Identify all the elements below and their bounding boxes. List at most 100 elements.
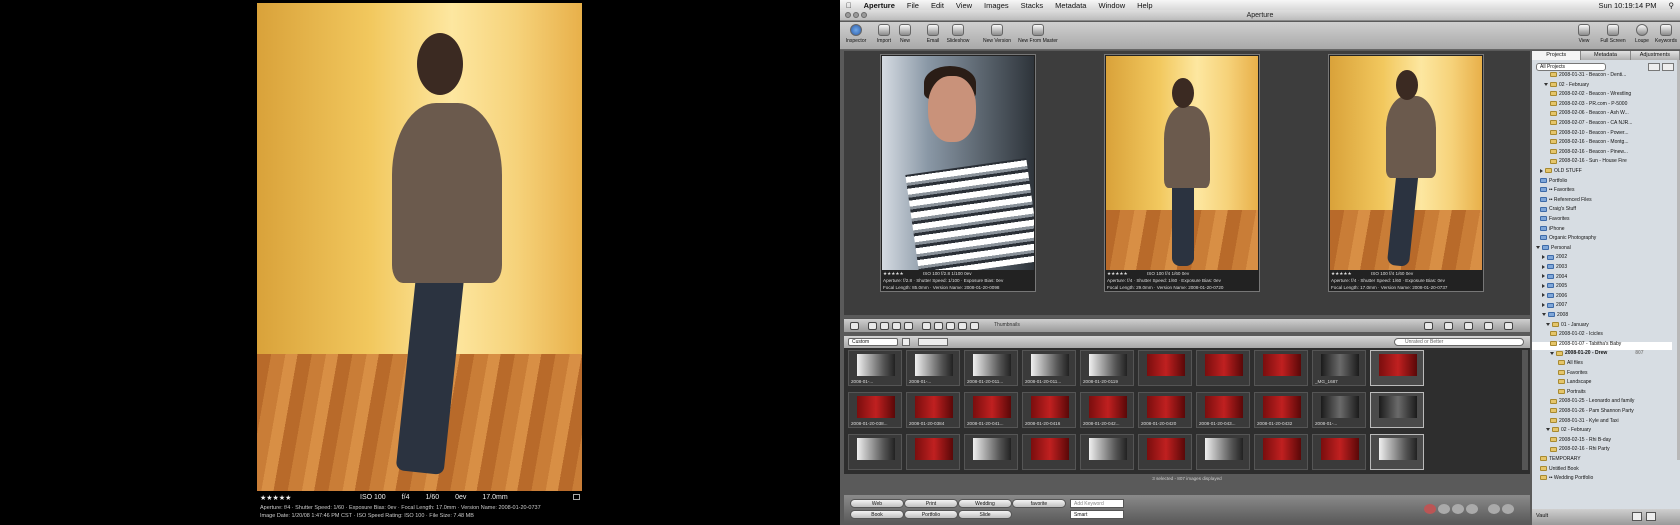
viewer-mode-2-icon[interactable] [1444, 322, 1453, 330]
thumbnail[interactable]: 2008-01-... [848, 350, 902, 386]
viewer-mode-3-icon[interactable] [1464, 322, 1473, 330]
new-version-button[interactable]: New Version [980, 24, 1014, 44]
thumbnail[interactable] [1312, 434, 1366, 470]
menu-window[interactable]: Window [1092, 1, 1131, 10]
browser-preset-select[interactable]: Custom [848, 338, 898, 346]
book-button[interactable]: Book [850, 510, 904, 519]
rotate-right-icon[interactable] [880, 322, 889, 330]
disclosure-triangle-icon[interactable] [1546, 428, 1550, 432]
projects-filter-select[interactable]: All Projects [1536, 63, 1606, 71]
viewer-mode-1-icon[interactable] [1424, 322, 1433, 330]
rating-down-button[interactable] [1438, 504, 1450, 514]
loupe-button[interactable]: Loupe [1633, 24, 1651, 44]
disclosure-triangle-icon[interactable] [1542, 283, 1545, 288]
reject-button[interactable] [1424, 504, 1436, 514]
disclosure-triangle-icon[interactable] [1550, 351, 1554, 355]
project-tree-item[interactable]: 2008-01-25 - Leonardo and family [1550, 398, 1634, 404]
thumbnail[interactable]: _MG_1687 [1312, 350, 1366, 386]
thumbnail[interactable]: 2008-01-20-0119 [1080, 350, 1134, 386]
project-action-button[interactable] [1662, 63, 1674, 71]
tab-metadata[interactable]: Metadata [1581, 51, 1631, 60]
rotate-left-icon[interactable] [868, 322, 877, 330]
thumbnail[interactable] [1138, 350, 1192, 386]
stack-icon[interactable] [892, 322, 901, 330]
new-button[interactable]: New [896, 24, 914, 44]
thumbnail[interactable]: 2008-01-20-0432 [1254, 392, 1308, 428]
project-tree-item[interactable]: 01 - January [1546, 322, 1589, 328]
project-tree-item[interactable]: iPhone [1540, 226, 1565, 232]
spotlight-icon[interactable]: ⚲ [1663, 1, 1680, 10]
full-screen-button[interactable]: Full Screen [1598, 24, 1628, 44]
project-tree-item[interactable]: 2005 [1542, 283, 1567, 289]
menubar-clock[interactable]: Sun 10:19:14 PM [1593, 1, 1663, 10]
project-tree-item[interactable]: 2008-02-15 - Rhi B-day [1550, 437, 1611, 443]
close-window-icon[interactable] [845, 12, 851, 18]
thumbnail[interactable] [906, 434, 960, 470]
viewer-image-2[interactable]: ★★★★★ ISO 100 f/4 1/60 0ev Aperture: f/4… [1104, 54, 1260, 292]
thumbnail[interactable]: 2008-01-... [906, 350, 960, 386]
project-tree-item[interactable]: 2008-02-03 - PR.com - P-5000 [1550, 101, 1627, 107]
disclosure-triangle-icon[interactable] [1540, 168, 1543, 173]
tab-projects[interactable]: Projects [1532, 51, 1582, 60]
thumbnail[interactable] [848, 434, 902, 470]
viewer-image-1[interactable]: ★★★★★ ISO 100 f/2.8 1/100 0ev Aperture: … [880, 54, 1036, 292]
select-button[interactable] [1466, 504, 1478, 514]
project-tree-item[interactable]: Organic Photography [1540, 235, 1596, 241]
thumbnail[interactable]: 2008-01-20-043... [1196, 392, 1250, 428]
project-tree-item[interactable]: Portraits [1558, 389, 1586, 395]
project-tree-item[interactable]: •• Wedding Portfolio [1540, 475, 1593, 481]
menu-stacks[interactable]: Stacks [1015, 1, 1050, 10]
email-button[interactable]: Email [924, 24, 942, 44]
add-project-button[interactable] [1648, 63, 1660, 71]
thumbnail[interactable]: 2008-01-20-038... [848, 392, 902, 428]
viewer-image-3[interactable]: ★★★★★ ISO 100 f/4 1/60 0ev Aperture: f/4… [1328, 54, 1484, 292]
project-tree-item[interactable]: Untitled Book [1540, 466, 1579, 472]
thumbnail[interactable] [1196, 434, 1250, 470]
project-tree-item[interactable]: 2008-01-31 - Beacon - Denti... [1550, 72, 1626, 78]
tab-adjustments[interactable]: Adjustments [1631, 51, 1680, 60]
disclosure-triangle-icon[interactable] [1546, 322, 1550, 326]
thumbnail[interactable] [1138, 434, 1192, 470]
browser-scrollbar[interactable] [1522, 350, 1528, 470]
project-tree-item[interactable]: 02 - February [1544, 82, 1589, 88]
eye-icon[interactable] [970, 322, 979, 330]
disclosure-triangle-icon[interactable] [1542, 274, 1545, 279]
thumbnail[interactable]: 2008-01-20-041... [964, 392, 1018, 428]
apple-menu-icon[interactable]:  [840, 1, 858, 10]
project-tree-item[interactable]: Portfolio [1540, 178, 1567, 184]
redeye-icon[interactable] [946, 322, 955, 330]
disclosure-triangle-icon[interactable] [1542, 303, 1545, 308]
disclosure-triangle-icon[interactable] [1536, 245, 1540, 249]
viewer-mode-5-icon[interactable] [1504, 322, 1513, 330]
favorite-button[interactable]: favorite [1012, 499, 1066, 508]
thumbnail[interactable]: 2008-01-20-011... [964, 350, 1018, 386]
project-tree-item[interactable]: 2008 [1542, 312, 1568, 318]
disclosure-triangle-icon[interactable] [1542, 293, 1545, 298]
project-tree-item[interactable]: 2008-02-16 - Beacon - Montg... [1550, 139, 1629, 145]
slide-button[interactable]: Slide [958, 510, 1012, 519]
web-button[interactable]: Web [850, 499, 904, 508]
thumbnail[interactable] [1196, 350, 1250, 386]
project-tree-item[interactable]: 2008-02-16 - Beacon - Pinew... [1550, 149, 1628, 155]
thumbnail[interactable] [1254, 350, 1308, 386]
thumbnail[interactable]: 2008-01-20-0416 [1022, 392, 1076, 428]
project-tree-item[interactable]: 2004 [1542, 274, 1567, 280]
minimize-window-icon[interactable] [853, 12, 859, 18]
thumbnail[interactable] [1080, 434, 1134, 470]
menu-file[interactable]: File [901, 1, 925, 10]
keywords-button[interactable]: Keywords [1653, 24, 1679, 44]
thumbnail[interactable]: 2008-01-20-011... [1022, 350, 1076, 386]
vault-update-button[interactable] [1646, 512, 1656, 521]
project-tree-item[interactable]: •• Referenced Files [1540, 197, 1592, 203]
crop-icon[interactable] [934, 322, 943, 330]
project-tree-item[interactable]: 2008-01-26 - Pam Shannon Party [1550, 408, 1634, 414]
thumbnail[interactable] [1370, 434, 1424, 470]
project-tree-item[interactable]: 2003 [1542, 264, 1567, 270]
project-tree-item[interactable]: 2008-01-02 - Icicles [1550, 331, 1603, 337]
thumbnail[interactable]: 2008-01-... [1312, 392, 1366, 428]
thumbnail[interactable] [964, 434, 1018, 470]
disclosure-triangle-icon[interactable] [1542, 264, 1545, 269]
project-tree-item[interactable]: 2008-01-20 - Drew 807 [1550, 350, 1644, 356]
project-tree-item[interactable]: 2008-02-06 - Beacon - Ash W... [1550, 110, 1629, 116]
project-tree-item[interactable]: 2008-02-16 - Rhi Party [1550, 446, 1610, 452]
